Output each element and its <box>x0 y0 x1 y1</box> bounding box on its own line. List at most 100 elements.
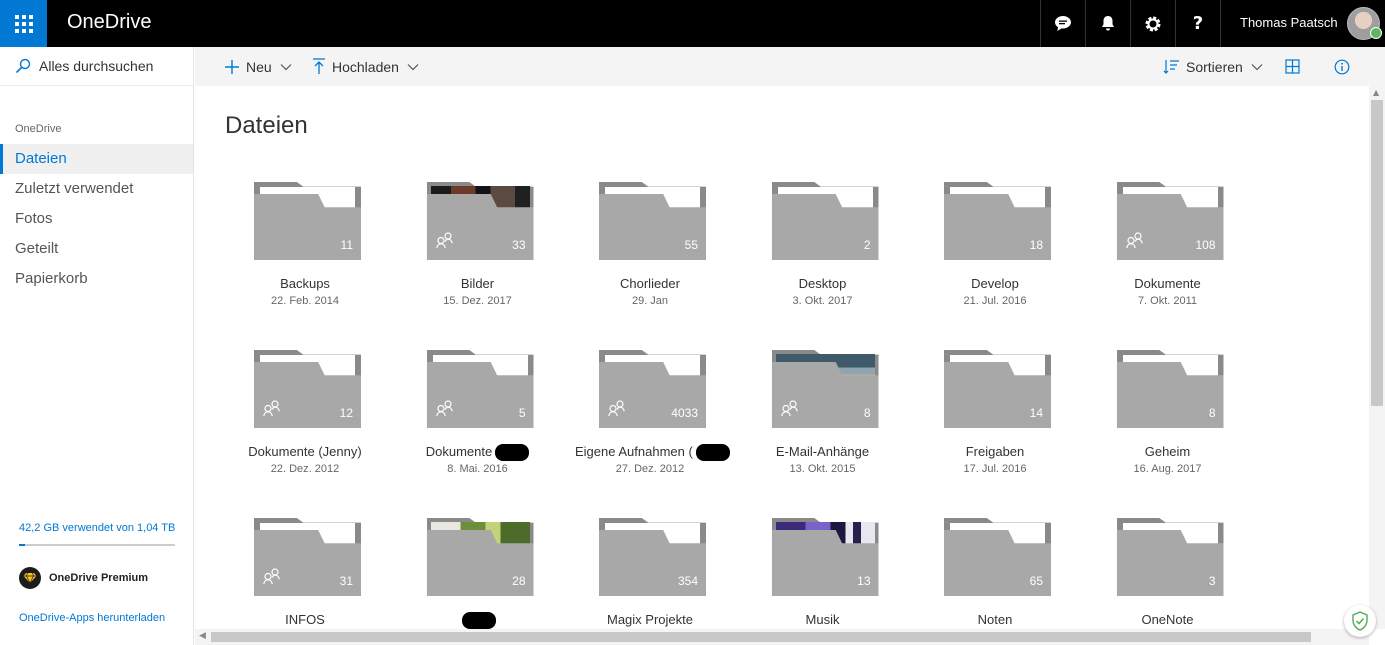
horizontal-scroll-thumb[interactable] <box>211 632 1311 642</box>
search-box[interactable]: Alles durchsuchen <box>0 47 194 86</box>
help-icon: ? <box>1192 13 1204 34</box>
folder-tile[interactable]: 33 Bilder 15. Dez. 2017 <box>403 182 553 322</box>
sort-icon <box>1163 60 1179 74</box>
details-pane-button[interactable] <box>1334 47 1350 86</box>
new-button[interactable]: Neu <box>224 47 292 86</box>
folder-date: 29. Jan <box>631 295 669 307</box>
sidebar: Alles durchsuchen OneDrive Dateien Zulet… <box>0 47 194 645</box>
folder-tile[interactable]: 12 Dokumente (Jenny) 22. Dez. 2012 <box>230 350 380 490</box>
security-shield-button[interactable] <box>1344 605 1376 637</box>
folder-icon: 108 <box>1116 182 1224 260</box>
page-title: Dateien <box>225 112 308 139</box>
folder-icon: 11 <box>254 182 361 260</box>
folder-name-text: Noten <box>977 612 1013 627</box>
folder-icon: 13 <box>771 518 879 596</box>
folder-name-text: Freigaben <box>965 444 1025 459</box>
folder-tile[interactable]: 65 Noten <box>920 518 1070 629</box>
chevron-down-icon <box>1251 63 1263 70</box>
folder-tile[interactable]: 55 Chorlieder 29. Jan <box>575 182 725 322</box>
folder-name[interactable]: Dokumente <box>1093 276 1243 291</box>
folder-tile[interactable]: 4033 Eigene Aufnahmen (27. Dez. 2012 <box>575 350 730 490</box>
folder-tile[interactable]: 28 <box>403 518 553 629</box>
folder-name[interactable]: Dokumente (Jenny) <box>230 444 380 459</box>
vertical-scrollbar[interactable]: ▲ <box>1369 86 1385 629</box>
folder-name[interactable]: OneNote <box>1093 612 1243 627</box>
item-count: 5 <box>518 406 526 420</box>
presence-badge <box>1370 27 1382 39</box>
folder-date: 21. Jul. 2016 <box>963 295 1027 307</box>
folder-tile[interactable]: 354 Magix Projekte <box>575 518 725 629</box>
folder-icon: 5 <box>426 350 534 428</box>
folder-name[interactable]: Magix Projekte <box>575 612 725 627</box>
folder-name-text: Develop <box>971 276 1019 291</box>
item-count: 18 <box>1029 238 1043 252</box>
folder-name[interactable]: Bilder <box>403 276 553 291</box>
sidebar-item-geteilt[interactable]: Geteilt <box>0 234 193 264</box>
folder-tile[interactable]: 13 Musik <box>748 518 898 629</box>
chat-icon <box>1055 16 1071 31</box>
vertical-scroll-thumb[interactable] <box>1371 100 1383 406</box>
folder-tile[interactable]: 11 Backups 22. Feb. 2014 <box>230 182 380 322</box>
info-icon <box>1334 59 1350 74</box>
folder-name-text: OneNote <box>1141 612 1194 627</box>
premium-link[interactable]: OneDrive Premium <box>19 567 148 589</box>
get-apps-link[interactable]: OneDrive-Apps herunterladen <box>19 612 165 624</box>
folder-name[interactable]: Backups <box>230 276 380 291</box>
folder-name[interactable]: Eigene Aufnahmen ( <box>575 444 730 462</box>
sort-button[interactable]: Sortieren <box>1163 47 1263 86</box>
settings-button[interactable] <box>1130 0 1175 47</box>
scroll-up-icon[interactable]: ▲ <box>1373 88 1379 97</box>
storage-usage-link[interactable]: 42,2 GB verwendet von 1,04 TB <box>19 522 175 534</box>
folder-tile[interactable]: 31 INFOS <box>230 518 380 629</box>
folder-tile[interactable]: 18 Develop 21. Jul. 2016 <box>920 182 1070 322</box>
folder-icon: 3 <box>1116 518 1224 596</box>
account-button[interactable]: Thomas Paatsch <box>1220 0 1385 47</box>
sidebar-item-fotos[interactable]: Fotos <box>0 204 193 234</box>
sort-label: Sortieren <box>1186 58 1243 75</box>
notifications-button[interactable] <box>1085 0 1130 47</box>
folder-icon: 65 <box>944 518 1051 596</box>
folder-tile[interactable]: 2 Desktop 3. Okt. 2017 <box>748 182 898 322</box>
folder-name-text: Chorlieder <box>620 276 680 291</box>
folder-name[interactable]: Freigaben <box>920 444 1070 459</box>
folder-name[interactable]: Develop <box>920 276 1070 291</box>
scroll-left-icon[interactable]: ◀ <box>199 631 206 641</box>
app-launcher-button[interactable] <box>0 0 47 47</box>
folder-name[interactable]: E-Mail-Anhänge <box>748 444 898 459</box>
chat-button[interactable] <box>1040 0 1085 47</box>
folder-icon: 55 <box>599 182 706 260</box>
folder-name[interactable]: Noten <box>920 612 1070 627</box>
folder-icon: 28 <box>426 518 534 596</box>
folder-name[interactable] <box>403 612 553 629</box>
redaction-mark <box>462 612 496 629</box>
view-switch-button[interactable] <box>1285 47 1300 86</box>
item-count: 33 <box>512 238 526 252</box>
chevron-down-icon <box>280 63 292 70</box>
folder-tile[interactable]: 14 Freigaben 17. Jul. 2016 <box>920 350 1070 490</box>
folder-name[interactable]: Musik <box>748 612 898 627</box>
horizontal-scrollbar[interactable]: ◀ <box>195 629 1369 645</box>
folder-tile[interactable]: 5 Dokumente 8. Mai. 2016 <box>403 350 553 490</box>
sidebar-item-papierkorb[interactable]: Papierkorb <box>0 264 193 294</box>
folder-date: 22. Dez. 2012 <box>270 463 340 475</box>
storage-bar <box>19 544 175 546</box>
redaction-mark <box>495 444 530 462</box>
folder-name[interactable]: INFOS <box>230 612 380 627</box>
folder-tile[interactable]: 8 Geheim 16. Aug. 2017 <box>1093 350 1243 490</box>
folder-tile[interactable]: 3 OneNote <box>1093 518 1243 629</box>
sidebar-item-dateien[interactable]: Dateien <box>0 144 193 174</box>
folder-name[interactable]: Dokumente <box>403 444 553 462</box>
upload-button[interactable]: Hochladen <box>312 47 419 86</box>
folder-name[interactable]: Chorlieder <box>575 276 725 291</box>
folder-name[interactable]: Desktop <box>748 276 898 291</box>
app-title[interactable]: OneDrive <box>67 11 151 34</box>
folder-name[interactable]: Geheim <box>1093 444 1243 459</box>
folder-tile[interactable]: 108 Dokumente 7. Okt. 2011 <box>1093 182 1243 322</box>
sidebar-item-zuletzt-verwendet[interactable]: Zuletzt verwendet <box>0 174 193 204</box>
shared-icon <box>608 400 626 421</box>
folder-tile[interactable]: 8 E-Mail-Anhänge 13. Okt. 2015 <box>748 350 898 490</box>
item-count: 31 <box>339 574 353 588</box>
shared-icon <box>263 400 281 421</box>
sidebar-nav: Dateien Zuletzt verwendet Fotos Geteilt … <box>0 144 193 294</box>
help-button[interactable]: ? <box>1175 0 1220 47</box>
